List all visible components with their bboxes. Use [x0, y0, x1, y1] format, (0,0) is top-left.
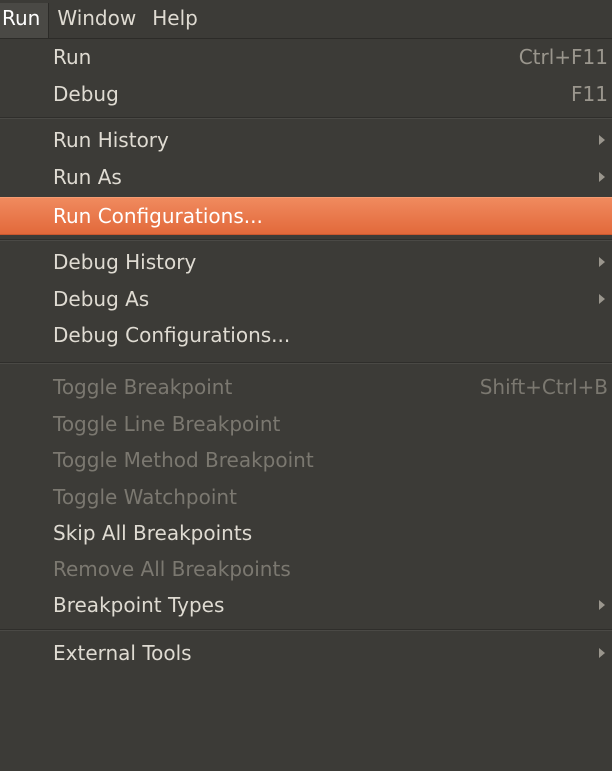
- menu-item-run-as[interactable]: Run As: [0, 159, 612, 195]
- submenu-arrow-icon: [599, 257, 605, 267]
- menu-item-remove-all-breakpoints[interactable]: Remove All Breakpoints: [0, 551, 612, 587]
- menu-item-shortcut: Shift+Ctrl+B: [479, 375, 608, 399]
- submenu-arrow-icon: [599, 648, 605, 658]
- menu-item-label: Toggle Line Breakpoint: [53, 412, 281, 436]
- menu-separator: [0, 239, 612, 241]
- menu-item-label: Run: [53, 45, 92, 69]
- menu-item-label: Breakpoint Types: [53, 593, 225, 617]
- menu-item-toggle-line-breakpoint[interactable]: Toggle Line Breakpoint: [0, 406, 612, 442]
- menu-item-label: Debug History: [53, 250, 197, 274]
- menu-item-toggle-watchpoint[interactable]: Toggle Watchpoint: [0, 479, 612, 515]
- submenu-arrow-icon: [599, 172, 605, 182]
- menu-item-breakpoint-types[interactable]: Breakpoint Types: [0, 587, 612, 623]
- menu-item-label: Debug As: [53, 287, 150, 311]
- menu-item-skip-all-breakpoints[interactable]: Skip All Breakpoints: [0, 515, 612, 551]
- menubar-help[interactable]: Help: [144, 3, 206, 38]
- menu-item-label: Remove All Breakpoints: [53, 557, 291, 581]
- menu-item-run-history[interactable]: Run History: [0, 122, 612, 158]
- menu-separator: [0, 629, 612, 631]
- menubar-run[interactable]: Run: [0, 3, 50, 38]
- menu-item-label: Toggle Watchpoint: [53, 485, 237, 509]
- menu-item-label: External Tools: [53, 641, 192, 665]
- menu-item-label: Run History: [53, 128, 169, 152]
- menu-item-shortcut: Ctrl+F11: [518, 45, 608, 69]
- menu-item-debug[interactable]: Debug F11: [0, 76, 612, 112]
- menu-item-label: Skip All Breakpoints: [53, 521, 253, 545]
- menu-item-label: Toggle Breakpoint: [53, 375, 233, 399]
- menu-item-label: Debug: [53, 82, 119, 106]
- run-menu-dropdown: Run Ctrl+F11 Debug F11 Run History Run A…: [0, 39, 612, 771]
- menu-item-label: Debug Configurations...: [53, 323, 291, 347]
- menu-item-toggle-breakpoint[interactable]: Toggle Breakpoint Shift+Ctrl+B: [0, 369, 612, 405]
- menubar-window[interactable]: Window: [49, 3, 144, 38]
- menu-item-label: Run As: [53, 165, 122, 189]
- menu-bar: Run Window Help: [0, 0, 612, 39]
- menu-item-debug-as[interactable]: Debug As: [0, 281, 612, 317]
- menu-item-external-tools[interactable]: External Tools: [0, 635, 612, 671]
- menu-item-debug-configurations[interactable]: Debug Configurations...: [0, 317, 612, 353]
- menu-item-run-configurations[interactable]: Run Configurations...: [0, 197, 612, 235]
- menu-item-debug-history[interactable]: Debug History: [0, 244, 612, 280]
- menu-item-label: Run Configurations...: [53, 204, 263, 228]
- menu-separator: [0, 362, 612, 364]
- menu-separator: [0, 117, 612, 119]
- submenu-arrow-icon: [599, 135, 605, 145]
- menu-item-label: Toggle Method Breakpoint: [53, 448, 314, 472]
- menu-item-run[interactable]: Run Ctrl+F11: [0, 39, 612, 75]
- menu-item-shortcut: F11: [571, 82, 608, 106]
- submenu-arrow-icon: [599, 294, 605, 304]
- submenu-arrow-icon: [599, 600, 605, 610]
- menu-item-toggle-method-breakpoint[interactable]: Toggle Method Breakpoint: [0, 442, 612, 478]
